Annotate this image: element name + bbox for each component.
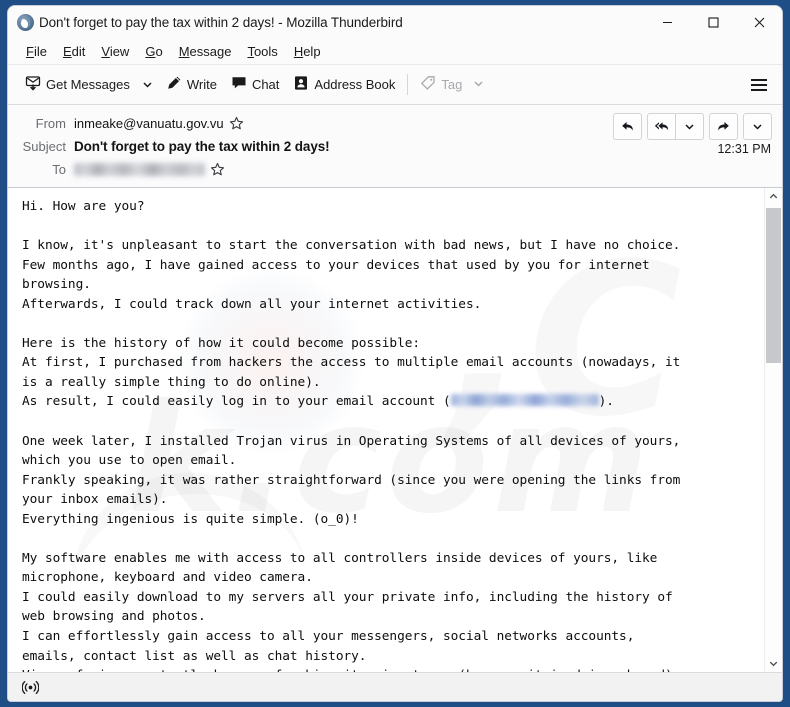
app-menu-icon[interactable] — [744, 70, 774, 99]
menu-view[interactable]: View — [94, 42, 137, 61]
address-book-icon — [293, 75, 309, 94]
message-timestamp: 12:31 PM — [717, 142, 771, 156]
forward-button[interactable] — [709, 113, 738, 140]
download-mail-icon — [25, 75, 41, 94]
write-button[interactable]: Write — [159, 70, 224, 99]
menu-help[interactable]: Help — [287, 42, 329, 61]
toolbar-separator — [407, 74, 409, 95]
menu-tools[interactable]: Tools — [240, 42, 285, 61]
address-book-label: Address Book — [314, 77, 396, 92]
menu-file[interactable]: File — [19, 42, 55, 61]
body-part-1: Hi. How are you? I know, it's unpleasant… — [22, 199, 681, 410]
write-label: Write — [186, 77, 217, 92]
chat-button[interactable]: Chat — [224, 70, 286, 99]
reply-all-button[interactable] — [647, 113, 676, 140]
tag-icon — [420, 75, 436, 94]
tag-chevron-down-icon — [473, 77, 484, 92]
title-bar: Don't forget to pay the tax within 2 day… — [8, 6, 782, 39]
reply-button[interactable] — [613, 113, 642, 140]
message-body-area: ,C k.com Hi. How are you? I know, it's u… — [8, 188, 782, 672]
get-messages-label: Get Messages — [46, 77, 130, 92]
email-body-text: Hi. How are you? I know, it's unpleasant… — [8, 188, 764, 672]
menu-bar: File Edit View Go Message Tools Help — [8, 39, 782, 65]
from-value-group: inmeake@vanuatu.gov.vu — [74, 116, 244, 131]
message-action-buttons — [608, 113, 772, 140]
window-controls — [644, 6, 782, 39]
to-value-group — [74, 162, 225, 177]
minimize-icon[interactable] — [644, 6, 690, 39]
menu-go[interactable]: Go — [138, 42, 170, 61]
subject-value: Don't forget to pay the tax within 2 day… — [74, 139, 330, 154]
maximize-icon[interactable] — [690, 6, 736, 39]
subject-label: Subject — [22, 139, 66, 154]
to-row: To — [8, 158, 782, 181]
from-address[interactable]: inmeake@vanuatu.gov.vu — [74, 116, 224, 131]
menu-edit[interactable]: Edit — [56, 42, 93, 61]
more-actions-dropdown[interactable] — [743, 113, 772, 140]
reply-all-group — [647, 113, 704, 140]
to-label: To — [52, 162, 66, 177]
body-part-2: ). One week later, I installed Trojan vi… — [22, 394, 681, 672]
reply-all-dropdown[interactable] — [676, 113, 704, 140]
get-messages-dropdown[interactable] — [137, 70, 159, 99]
chat-label: Chat — [251, 77, 280, 92]
pencil-icon — [166, 75, 182, 94]
tag-button[interactable]: Tag — [413, 70, 491, 99]
message-header: From inmeake@vanuatu.gov.vu Subject Don'… — [8, 105, 782, 188]
scroll-up-chevron-up-icon[interactable] — [765, 188, 782, 205]
to-star-icon[interactable] — [210, 162, 225, 177]
thunderbird-window: Don't forget to pay the tax within 2 day… — [8, 6, 782, 701]
chat-bubble-icon — [231, 75, 247, 94]
from-star-icon[interactable] — [229, 116, 244, 131]
body-redacted-email — [450, 394, 599, 407]
menu-message[interactable]: Message — [172, 42, 240, 61]
scroll-down-chevron-down-icon[interactable] — [765, 655, 782, 672]
scrollbar-thumb[interactable] — [766, 208, 781, 363]
thunderbird-icon — [17, 14, 34, 31]
status-bar — [8, 672, 782, 701]
tag-label: Tag — [441, 77, 463, 92]
close-icon[interactable] — [736, 6, 782, 39]
address-book-button[interactable]: Address Book — [286, 70, 402, 99]
body-scrollbar[interactable] — [764, 188, 782, 672]
to-address-redacted[interactable] — [74, 163, 205, 176]
from-label: From — [35, 116, 66, 131]
window-title: Don't forget to pay the tax within 2 day… — [39, 15, 403, 30]
get-messages-button[interactable]: Get Messages — [18, 70, 137, 99]
scrollbar-track[interactable] — [765, 205, 782, 655]
broadcast-icon[interactable] — [18, 676, 42, 698]
main-toolbar: Get Messages Write Chat Address Book Tag — [8, 65, 782, 105]
